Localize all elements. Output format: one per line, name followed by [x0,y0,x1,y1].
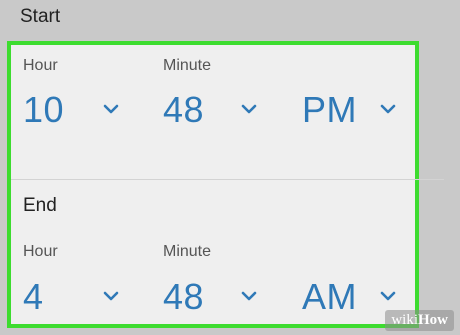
wikihow-watermark: wikiHow [385,310,454,331]
end-section-title: End [23,195,57,216]
chevron-down-icon[interactable] [241,103,257,115]
section-divider [11,179,444,180]
start-hour-value[interactable]: 10 [23,89,64,131]
time-picker-highlight: Hour Minute 10 48 PM End Hour Minute 4 4… [7,41,444,328]
start-section-title: Start [20,6,61,27]
end-hour-label: Hour [23,243,58,260]
chevron-down-icon[interactable] [103,290,119,302]
chevron-down-icon[interactable] [380,103,396,115]
start-hour-label: Hour [23,57,58,74]
end-minute-label: Minute [163,243,212,260]
end-ampm-value[interactable]: AM [302,276,357,318]
start-minute-value[interactable]: 48 [163,89,204,131]
watermark-suffix: How [418,312,448,328]
chevron-down-icon[interactable] [380,290,396,302]
watermark-prefix: wiki [391,312,418,328]
start-ampm-value[interactable]: PM [302,89,357,131]
time-range-panel: Start Hour Minute 10 48 PM End Hour Minu… [0,0,460,335]
end-minute-value[interactable]: 48 [163,276,204,318]
end-hour-value[interactable]: 4 [23,276,44,318]
start-minute-label: Minute [163,57,212,74]
chevron-down-icon[interactable] [241,290,257,302]
chevron-down-icon[interactable] [103,103,119,115]
